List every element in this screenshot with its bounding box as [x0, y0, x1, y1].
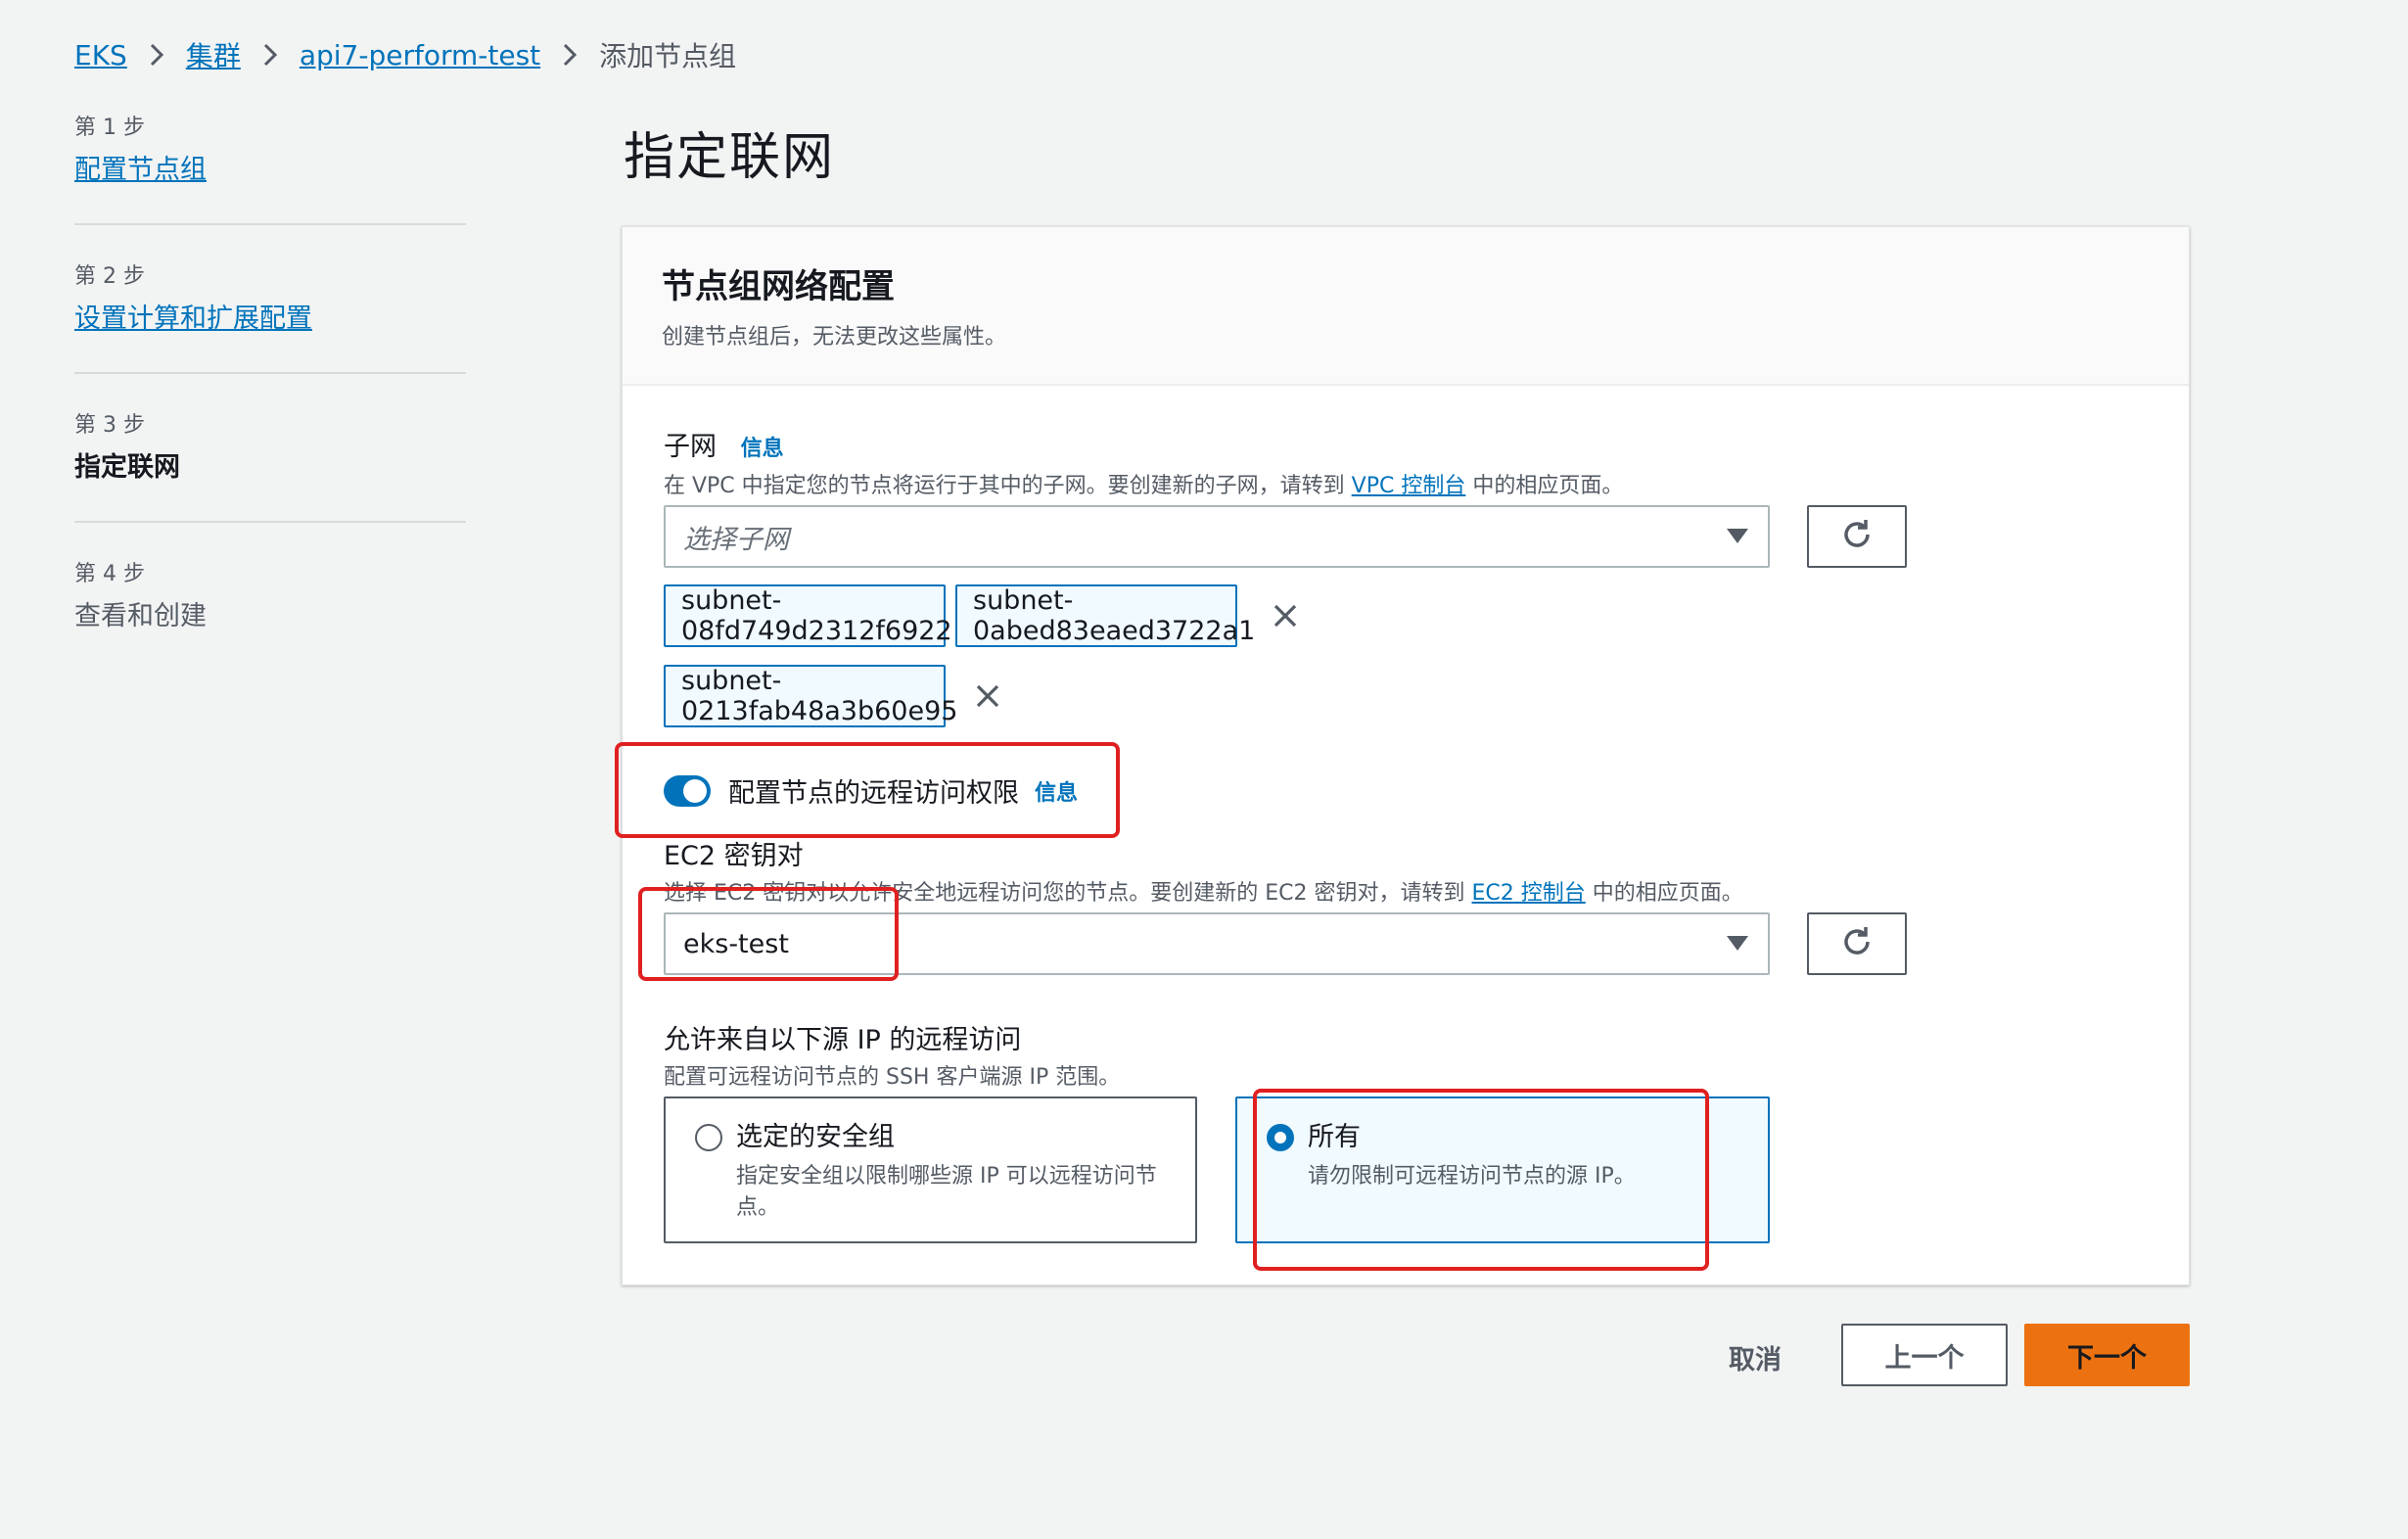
- step-current-networking: 指定联网: [74, 452, 180, 483]
- radio-option-description: 请勿限制可远程访问节点的源 IP。: [1308, 1164, 1636, 1189]
- close-icon[interactable]: [975, 683, 1000, 709]
- breadcrumb-clusters-link[interactable]: 集群: [186, 35, 241, 74]
- subnet-token-label: subnet-08fd749d2312f6922: [681, 585, 952, 646]
- step-number: 第 3 步: [74, 413, 145, 438]
- radio-button-selected[interactable]: [1267, 1124, 1294, 1151]
- subnet-token: subnet-0213fab48a3b60e95: [664, 665, 999, 727]
- step-number: 第 1 步: [74, 116, 145, 140]
- source-ip-description: 配置可远程访问节点的 SSH 客户端源 IP 范围。: [664, 1065, 1121, 1090]
- radio-option-security-group[interactable]: 选定的安全组 指定安全组以限制哪些源 IP 可以远程访问节点。: [664, 1096, 1197, 1243]
- radio-option-all[interactable]: 所有 请勿限制可远程访问节点的源 IP。: [1235, 1096, 1770, 1243]
- remote-access-toggle[interactable]: [664, 774, 711, 807]
- remote-access-toggle-row: 配置节点的远程访问权限 信息: [664, 771, 1078, 810]
- ec2-keypair-description: 选择 EC2 密钥对以允许安全地远程访问您的节点。要创建新的 EC2 密钥对，请…: [664, 875, 1743, 907]
- ec2-keypair-select[interactable]: eks-test: [664, 912, 1770, 975]
- keypair-refresh-button[interactable]: [1807, 912, 1907, 975]
- subnet-refresh-button[interactable]: [1807, 505, 1907, 568]
- keypair-desc-suffix: 中的相应页面。: [1585, 881, 1743, 906]
- step-number: 第 2 步: [74, 264, 145, 289]
- card-description: 创建节点组后，无法更改这些属性。: [662, 325, 1007, 350]
- subnet-label-text: 子网: [664, 432, 717, 462]
- step-link-compute-scaling[interactable]: 设置计算和扩展配置: [74, 300, 466, 339]
- remote-access-info-link[interactable]: 信息: [1035, 775, 1078, 807]
- chevron-right-icon: [262, 42, 278, 68]
- wizard-step-2: 第 2 步 设置计算和扩展配置: [74, 258, 466, 339]
- subnet-token-label: subnet-0213fab48a3b60e95: [681, 666, 958, 726]
- subnet-desc-text: 在 VPC 中指定您的节点将运行于其中的子网。要创建新的子网，请转到: [664, 474, 1352, 498]
- vpc-console-link[interactable]: VPC 控制台: [1352, 474, 1466, 498]
- wizard-step-4: 第 4 步 查看和创建: [74, 556, 466, 636]
- keypair-desc-text: 选择 EC2 密钥对以允许安全地远程访问您的节点。要创建新的 EC2 密钥对，请…: [664, 881, 1472, 906]
- card-title: 节点组网络配置: [662, 267, 895, 306]
- remote-access-toggle-label: 配置节点的远程访问权限: [728, 778, 1019, 809]
- ec2-console-link[interactable]: EC2 控制台: [1472, 881, 1586, 906]
- subnet-info-link[interactable]: 信息: [741, 437, 784, 461]
- subnet-label: 子网 信息: [664, 425, 784, 463]
- chevron-right-icon: [149, 42, 164, 68]
- caret-down-icon: [1727, 529, 1748, 543]
- wizard-steps: 第 1 步 配置节点组 第 2 步 设置计算和扩展配置 第 3 步 指定联网 第…: [74, 110, 466, 636]
- breadcrumb-current: 添加节点组: [599, 40, 737, 72]
- wizard-step-1: 第 1 步 配置节点组: [74, 110, 466, 190]
- breadcrumb: EKS 集群 api7-perform-test 添加节点组: [74, 33, 736, 76]
- breadcrumb-eks-link[interactable]: EKS: [74, 39, 127, 71]
- subnet-description: 在 VPC 中指定您的节点将运行于其中的子网。要创建新的子网，请转到 VPC 控…: [664, 468, 1623, 499]
- nodegroup-network-config-card: 节点组网络配置 创建节点组后，无法更改这些属性。 子网 信息 在 VPC 中指定…: [622, 226, 2190, 1285]
- page-title: 指定联网: [624, 128, 836, 187]
- wizard-step-3: 第 3 步 指定联网: [74, 407, 466, 488]
- radio-option-description: 指定安全组以限制哪些源 IP 可以远程访问节点。: [736, 1164, 1157, 1220]
- step-number: 第 4 步: [74, 562, 145, 586]
- radio-option-title: 所有: [1308, 1122, 1361, 1152]
- subnet-select[interactable]: 选择子网: [664, 505, 1770, 568]
- step-divider: [74, 521, 466, 523]
- ec2-keypair-label: EC2 密钥对: [664, 841, 804, 871]
- subnet-token: subnet-0abed83eaed3722a1: [955, 584, 1297, 647]
- source-ip-label: 允许来自以下源 IP 的远程访问: [664, 1025, 1022, 1055]
- step-link-configure-nodegroup[interactable]: 配置节点组: [74, 151, 466, 190]
- chevron-right-icon: [562, 42, 578, 68]
- close-icon[interactable]: [1273, 603, 1298, 629]
- ec2-keypair-value: eks-test: [683, 928, 789, 959]
- breadcrumb-cluster-link[interactable]: api7-perform-test: [300, 39, 540, 71]
- step-review-create: 查看和创建: [74, 601, 207, 631]
- radio-button-unselected[interactable]: [695, 1124, 722, 1151]
- subnet-desc-suffix: 中的相应页面。: [1465, 474, 1624, 498]
- refresh-icon: [1839, 517, 1875, 556]
- next-button[interactable]: 下一个: [2024, 1324, 2190, 1386]
- subnet-select-placeholder: 选择子网: [683, 524, 789, 555]
- refresh-icon: [1839, 924, 1875, 963]
- card-header: 节点组网络配置 创建节点组后，无法更改这些属性。: [623, 227, 2189, 386]
- previous-button[interactable]: 上一个: [1841, 1324, 2008, 1386]
- step-divider: [74, 223, 466, 225]
- subnet-token-label: subnet-0abed83eaed3722a1: [973, 585, 1256, 646]
- radio-option-title: 选定的安全组: [736, 1122, 895, 1152]
- subnet-token: subnet-08fd749d2312f6922: [664, 584, 994, 647]
- step-divider: [74, 372, 466, 374]
- caret-down-icon: [1727, 936, 1748, 951]
- cancel-button[interactable]: 取消: [1711, 1326, 1799, 1388]
